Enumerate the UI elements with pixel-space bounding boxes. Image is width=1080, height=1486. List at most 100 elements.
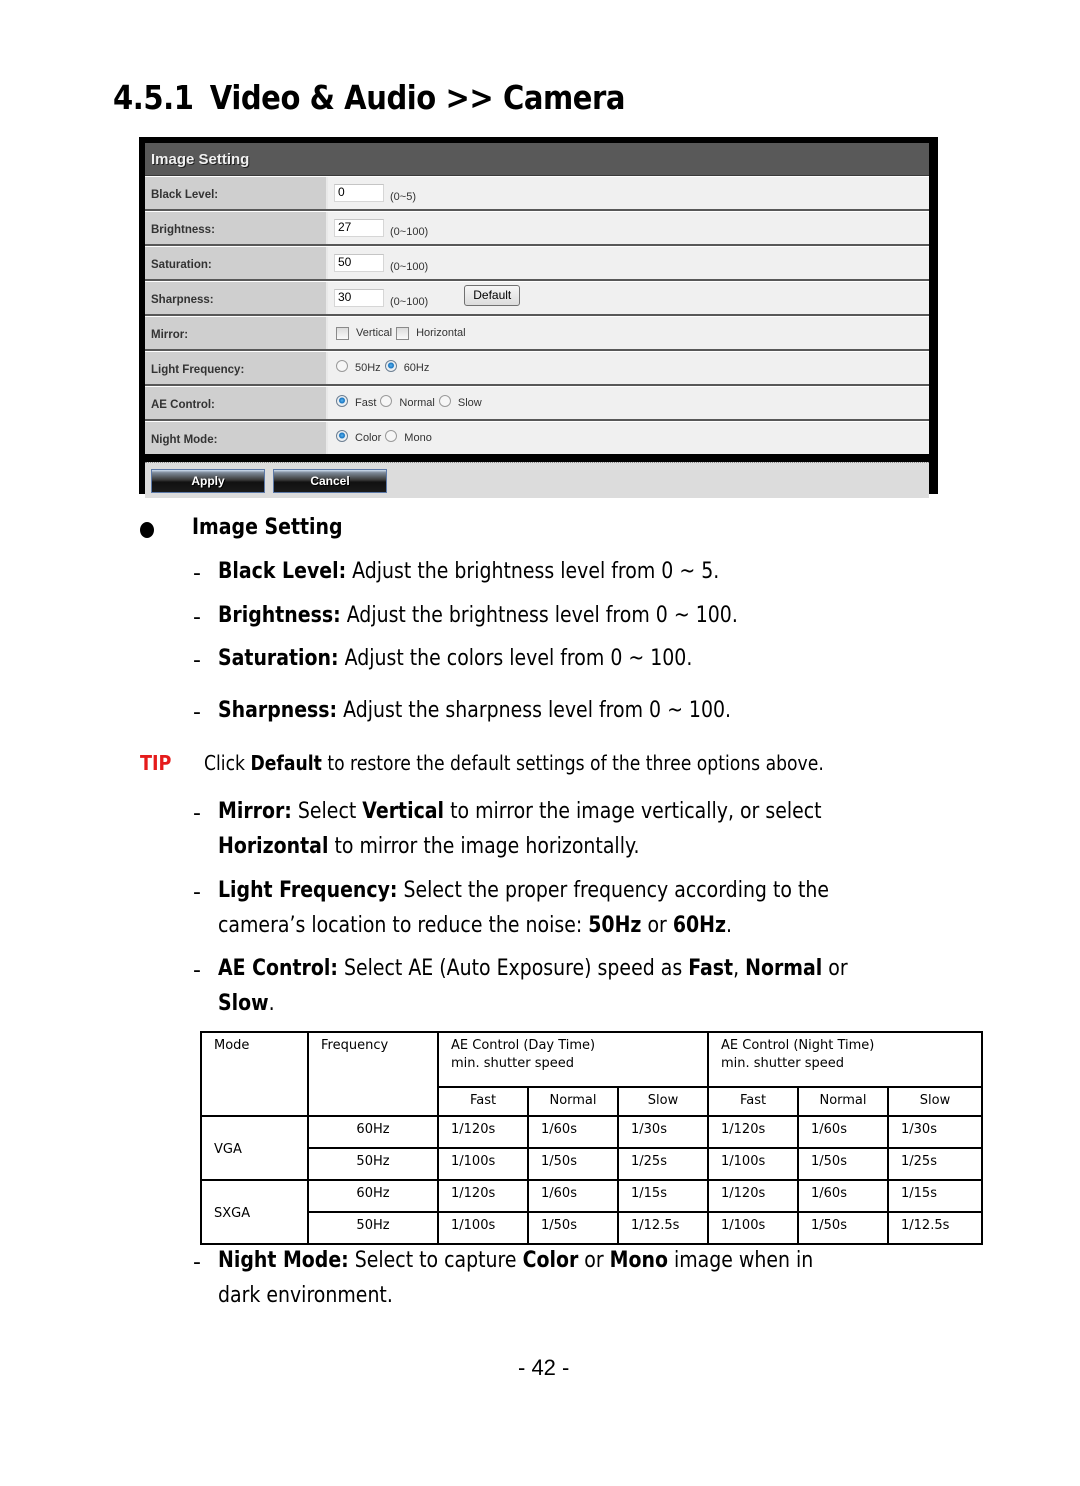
vertical-checkbox[interactable] xyxy=(336,326,349,340)
horizontal-checkbox[interactable] xyxy=(396,326,410,340)
section-heading: 4.5.1 Video & Audio >> Camera xyxy=(113,78,626,117)
color-radio[interactable] xyxy=(336,430,348,442)
bold: Slow xyxy=(218,991,269,1016)
desc-ae-control-line1: AE Control: Select AE (Auto Exposure) sp… xyxy=(218,956,848,981)
table-header-row: Mode Frequency AE Control (Day Time) min.… xyxy=(200,1031,983,1117)
fast-option-label: Fast xyxy=(355,397,377,409)
apply-button[interactable]: Apply xyxy=(151,468,265,493)
header-night: AE Control (Night Time) min. shutter spee… xyxy=(707,1031,983,1088)
mirror-label: Mirror: xyxy=(145,317,328,349)
header-frequency: Frequency xyxy=(307,1031,439,1117)
table-row: VGA 60Hz 1/120s 1/60s 1/30s 1/120s 1/60s… xyxy=(200,1115,983,1181)
row-black-level: Black Level: 0 (0~5) xyxy=(145,176,929,211)
normal-radio[interactable] xyxy=(380,395,393,407)
desc-ae-control-line2: Slow. xyxy=(218,991,275,1016)
mono-option-label: Mono xyxy=(404,432,432,444)
slow-radio[interactable] xyxy=(438,395,451,407)
cell: 1/60s xyxy=(527,1115,619,1149)
dash-marker: - xyxy=(193,801,201,826)
sharpness-range: (0~100) xyxy=(390,296,429,308)
panel-title: Image Setting xyxy=(145,143,929,176)
desc-night-mode-line2: dark environment. xyxy=(218,1283,393,1308)
ae-shutter-table: Mode Frequency AE Control (Day Time) min.… xyxy=(200,1031,983,1245)
subsection-title: Image Setting xyxy=(192,515,343,540)
cell: 1/30s xyxy=(887,1115,983,1149)
60hz-radio[interactable] xyxy=(384,360,397,372)
text: or xyxy=(822,956,848,981)
tip-bold: Default xyxy=(250,751,322,775)
cell-freq: 60Hz xyxy=(307,1115,439,1149)
cell: 1/25s xyxy=(617,1147,709,1181)
header-night-sub: min. shutter speed xyxy=(721,1056,844,1071)
header-day-normal: Normal xyxy=(527,1085,619,1118)
cell: 1/50s xyxy=(797,1211,889,1245)
mono-radio[interactable] xyxy=(385,430,398,442)
sharpness-input[interactable]: 30 xyxy=(334,289,384,307)
cell: 1/60s xyxy=(797,1115,889,1149)
page-number: - 42 - xyxy=(518,1355,570,1380)
row-mirror: Mirror: Vertical Horizontal xyxy=(145,316,929,351)
text: to mirror the image vertically, or selec… xyxy=(444,799,822,824)
cell: 1/100s xyxy=(707,1147,799,1181)
desc-brightness: Brightness: Adjust the brightness level … xyxy=(218,603,738,628)
saturation-label: Saturation: xyxy=(145,247,328,279)
term: Light Frequency: xyxy=(218,878,398,903)
black-level-input[interactable]: 0 xyxy=(334,184,384,202)
dash-marker: - xyxy=(193,648,201,673)
table-row: 50Hz 1/100s 1/50s 1/12.5s 1/100s 1/50s 1… xyxy=(201,1211,983,1245)
desc: Adjust the brightness level from 0 ~ 5. xyxy=(346,559,720,584)
text: image when in xyxy=(667,1248,814,1273)
50hz-radio[interactable] xyxy=(336,360,348,372)
dash-marker: - xyxy=(193,958,201,983)
header-day-title: AE Control (Day Time) xyxy=(451,1038,596,1053)
bullet-icon xyxy=(140,522,154,538)
row-saturation: Saturation: 50 (0~100) xyxy=(145,246,929,281)
cell: 1/100s xyxy=(437,1147,529,1181)
text: to mirror the image horizontally. xyxy=(328,834,640,859)
desc-mirror-line2: Horizontal to mirror the image horizonta… xyxy=(218,834,639,859)
bold: 50Hz xyxy=(588,913,642,938)
term: Night Mode: xyxy=(218,1248,349,1273)
bold: Mono xyxy=(609,1248,668,1273)
header-night-normal: Normal xyxy=(797,1085,889,1118)
bold: Normal xyxy=(745,956,823,981)
default-button[interactable]: Default xyxy=(464,284,521,306)
term: Saturation: xyxy=(218,646,339,671)
cell: 1/15s xyxy=(617,1179,709,1213)
text: dark environment. xyxy=(218,1283,393,1308)
header-day-slow: Slow xyxy=(617,1085,709,1118)
text: , xyxy=(733,956,746,981)
tip-post: to restore the default settings of the t… xyxy=(321,751,824,775)
desc: Adjust the sharpness level from 0 ~ 100. xyxy=(337,698,732,723)
header-night-fast: Fast xyxy=(707,1085,799,1118)
desc: Adjust the colors level from 0 ~ 100. xyxy=(338,646,693,671)
cell: 1/50s xyxy=(527,1147,619,1181)
cell-freq: 60Hz xyxy=(307,1179,439,1213)
term: Sharpness: xyxy=(218,698,338,723)
tip-label: TIP xyxy=(140,751,172,775)
header-night-slow: Slow xyxy=(887,1085,983,1118)
bold: Fast xyxy=(688,956,734,981)
cell: 1/12.5s xyxy=(887,1211,983,1245)
color-option-label: Color xyxy=(355,432,382,444)
header-mode: Mode xyxy=(200,1031,309,1117)
saturation-range: (0~100) xyxy=(390,261,429,273)
fast-radio[interactable] xyxy=(336,395,348,407)
saturation-input[interactable]: 50 xyxy=(334,254,384,272)
cell: 1/100s xyxy=(437,1211,529,1245)
text: Select xyxy=(291,799,363,824)
cell: 1/120s xyxy=(707,1179,799,1213)
black-level-range: (0~5) xyxy=(390,191,416,203)
cell: 1/50s xyxy=(527,1211,619,1245)
cell-mode: SXGA xyxy=(200,1179,309,1245)
cell: 1/120s xyxy=(437,1115,529,1149)
bold: Horizontal xyxy=(218,834,329,859)
section-title: Video & Audio >> Camera xyxy=(209,78,626,117)
term: AE Control: xyxy=(218,956,338,981)
brightness-input[interactable]: 27 xyxy=(334,219,384,237)
table-row: SXGA 60Hz 1/120s 1/60s 1/15s 1/120s 1/60… xyxy=(200,1179,983,1245)
bold: Color xyxy=(522,1248,579,1273)
cancel-button[interactable]: Cancel xyxy=(273,468,387,493)
text: . xyxy=(726,913,733,938)
desc-light-frequency-line1: Light Frequency: Select the proper frequ… xyxy=(218,878,829,903)
